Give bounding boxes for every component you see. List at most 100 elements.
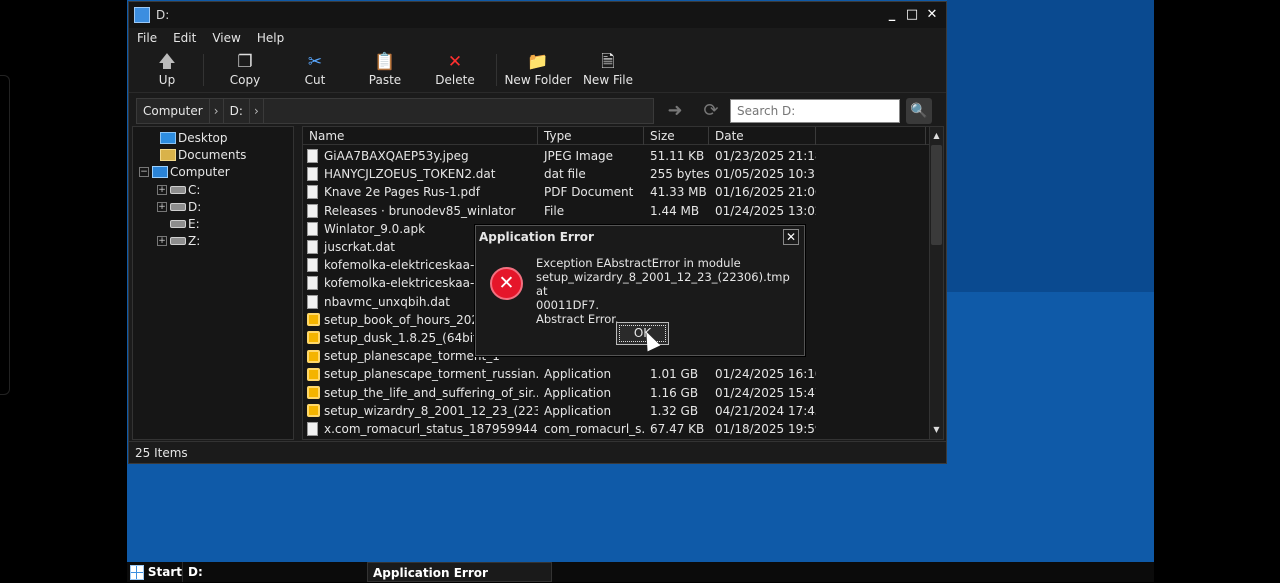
menu-edit[interactable]: Edit — [173, 31, 196, 45]
file-icon — [307, 167, 318, 182]
error-icon: ✕ — [490, 267, 523, 300]
desktop-shade — [947, 0, 1154, 292]
breadcrumb: Computer › D: › — [136, 98, 654, 124]
crumb-computer[interactable]: Computer — [137, 99, 210, 123]
chevron-right-icon[interactable]: › — [250, 99, 264, 123]
table-row[interactable]: Releases · brunodev85_winlator File 1.44 M… — [303, 202, 929, 220]
tree-item-drive-z[interactable]: + Z: — [133, 233, 293, 250]
vertical-scrollbar[interactable]: ▲ ▼ — [929, 127, 943, 439]
table-row[interactable]: setup_the_life_and_suffering_of_sir... Ap… — [303, 383, 929, 401]
file-size: 41.33 MB — [650, 185, 707, 200]
refresh-icon[interactable]: ⟳ — [696, 98, 726, 124]
file-name: GiAA7BAXQAEP53y.jpeg — [324, 149, 469, 164]
tree-item-drive-c[interactable]: + C: — [133, 181, 293, 198]
file-date: 01/16/2025 21:06 — [715, 185, 816, 200]
file-type: Application — [544, 385, 612, 400]
address-bar: Computer › D: › ➜ ⟳ 🔍 — [129, 93, 946, 129]
menu-view[interactable]: View — [212, 31, 240, 45]
tree-item-drive-d[interactable]: + D: — [133, 198, 293, 215]
crumb-d-drive[interactable]: D: — [224, 99, 250, 123]
scroll-thumb[interactable] — [931, 145, 942, 245]
table-row[interactable]: GiAA7BAXQAEP53y.jpeg JPEG Image 51.11 KB 01… — [303, 147, 929, 165]
file-name: x.com_romacurl_status_18795994471... — [324, 421, 538, 436]
dialog-title[interactable]: Application Error — [476, 226, 804, 248]
table-row[interactable]: x.com_romacurl_status_18795994471... com_… — [303, 420, 929, 438]
tree-item-computer[interactable]: − Computer — [133, 164, 293, 181]
copy-button[interactable]: ❐ Copy — [210, 48, 280, 92]
table-row[interactable]: HANYCJLZOEUS_TOKEN2.dat dat file 255 bytes… — [303, 165, 929, 183]
device-edge — [0, 75, 10, 395]
taskbar-item-explorer[interactable]: D: — [182, 562, 367, 582]
column-type[interactable]: Type — [538, 127, 644, 145]
file-size: 1.44 MB — [650, 203, 700, 218]
column-size[interactable]: Size — [644, 127, 709, 145]
table-row[interactable]: Knave 2e Pages Rus-1.pdf PDF Document 41.3… — [303, 183, 929, 201]
cut-button[interactable]: ✂ Cut — [280, 48, 350, 92]
new-file-button[interactable]: 🗎 New File — [573, 48, 643, 92]
column-date[interactable]: Date — [709, 127, 816, 145]
start-button[interactable]: Start — [127, 564, 182, 580]
file-size: 1.16 GB — [650, 385, 699, 400]
file-name: Winlator_9.0.apk — [324, 221, 426, 236]
file-type: com_romacurl_s... — [544, 421, 644, 436]
file-name: setup_planescape_torment_russian... — [324, 367, 538, 382]
maximize-button[interactable]: □ — [904, 7, 920, 23]
table-row[interactable]: setup_planescape_torment_russian... Appli… — [303, 365, 929, 383]
expand-icon[interactable]: + — [157, 201, 167, 212]
folder-app-icon — [134, 7, 150, 23]
search-input[interactable] — [730, 99, 900, 123]
go-arrow-icon[interactable]: ➜ — [660, 98, 690, 124]
tree-item-documents[interactable]: Documents — [133, 146, 293, 163]
file-type: dat file — [544, 167, 586, 182]
window-title: D: — [156, 8, 170, 22]
drive-icon — [170, 220, 186, 229]
column-name[interactable]: Name — [303, 127, 538, 145]
file-icon — [307, 258, 318, 273]
tree-item-drive-e[interactable]: E: — [133, 215, 293, 232]
menu-file[interactable]: File — [137, 31, 157, 45]
file-icon — [307, 240, 318, 255]
tree-item-desktop[interactable]: Desktop — [133, 129, 293, 146]
scroll-down-icon[interactable]: ▼ — [930, 423, 943, 437]
minimize-button[interactable]: _ — [884, 7, 900, 23]
file-date: 01/24/2025 16:10 — [715, 367, 816, 382]
taskbar: Start D: Application Error — [127, 562, 1154, 582]
file-size: 67.47 KB — [650, 421, 705, 436]
search-icon[interactable]: 🔍 — [906, 98, 932, 124]
title-bar[interactable]: D: _ □ ✕ — [129, 2, 946, 28]
scroll-up-icon[interactable]: ▲ — [930, 129, 943, 143]
close-button[interactable]: ✕ — [924, 7, 940, 23]
collapse-icon[interactable]: − — [139, 167, 149, 178]
file-type: Application — [544, 367, 612, 382]
computer-icon — [152, 166, 168, 179]
error-message: Exception EAbstractError in module setup… — [536, 256, 790, 326]
expand-icon[interactable]: + — [157, 184, 167, 195]
file-size: 1.01 GB — [650, 367, 699, 382]
application-icon — [307, 367, 320, 381]
application-icon — [307, 313, 320, 327]
new-folder-button[interactable]: 📁 New Folder — [503, 48, 573, 92]
menu-help[interactable]: Help — [257, 31, 284, 45]
column-extra[interactable] — [816, 127, 926, 145]
application-icon — [307, 331, 320, 345]
expand-icon[interactable]: + — [157, 236, 167, 247]
table-row[interactable]: setup_wizardry_8_2001_12_23_(2230... Appl… — [303, 402, 929, 420]
file-type: PDF Document — [544, 185, 634, 200]
file-date: 01/18/2025 19:59 — [715, 421, 816, 436]
paste-button[interactable]: 📋 Paste — [350, 48, 420, 92]
file-name: Knave 2e Pages Rus-1.pdf — [324, 185, 480, 200]
drive-icon — [170, 237, 186, 246]
dialog-close-icon[interactable]: ✕ — [783, 229, 799, 245]
file-size: 51.11 KB — [650, 149, 705, 164]
file-date: 01/23/2025 21:18 — [715, 149, 816, 164]
file-name: setup_the_life_and_suffering_of_sir... — [324, 385, 538, 400]
file-name: nbavmc_unxqbih.dat — [324, 294, 450, 309]
up-button[interactable]: 🡅 Up — [137, 48, 197, 92]
file-date: 01/24/2025 15:47 — [715, 385, 816, 400]
delete-button[interactable]: ✕ Delete — [420, 48, 490, 92]
file-icon — [307, 203, 318, 218]
file-type: File — [544, 203, 565, 218]
taskbar-item-error[interactable]: Application Error — [367, 562, 552, 582]
application-icon — [307, 404, 320, 418]
chevron-right-icon[interactable]: › — [210, 99, 224, 123]
